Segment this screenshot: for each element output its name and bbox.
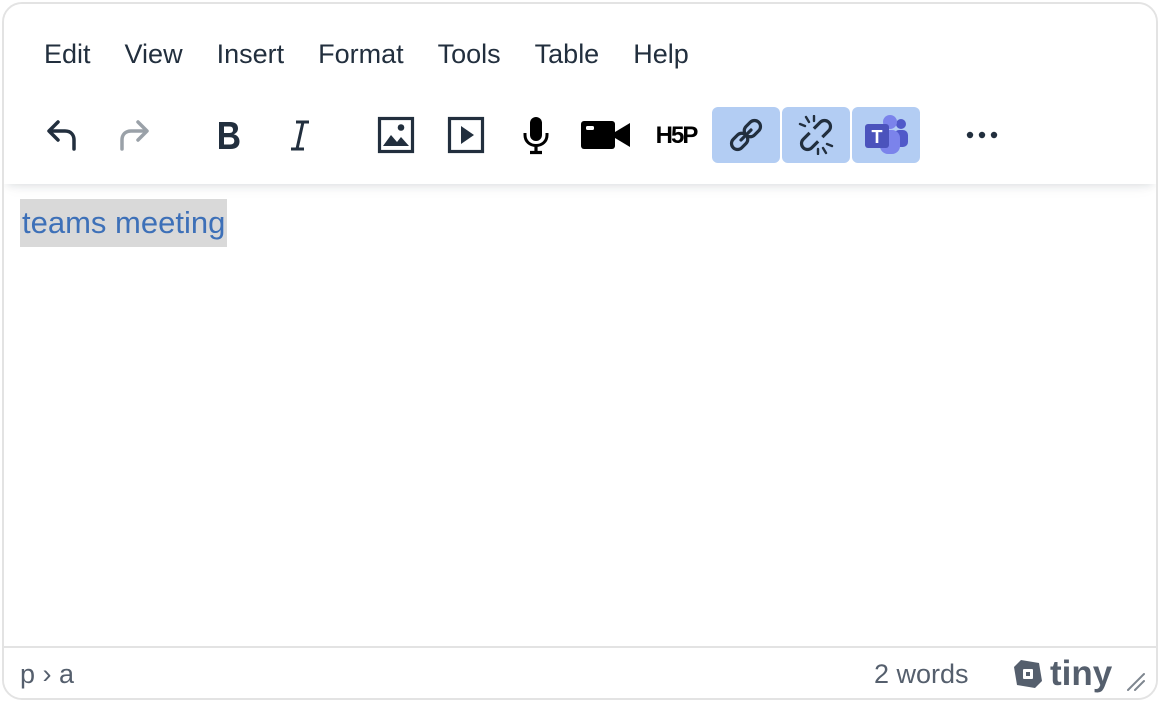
menu-format[interactable]: Format: [301, 30, 421, 78]
menu-edit[interactable]: Edit: [26, 30, 108, 78]
insert-image-button[interactable]: [362, 107, 430, 163]
menu-table[interactable]: Table: [518, 30, 617, 78]
more-icon: [966, 131, 998, 139]
redo-icon: [120, 120, 149, 151]
editor-container: Edit View Insert Format Tools Table Help: [2, 2, 1158, 700]
microphone-icon: [523, 117, 549, 155]
teams-icon: T: [865, 115, 908, 154]
menubar: Edit View Insert Format Tools Table Help: [26, 30, 706, 78]
italic-button[interactable]: [266, 107, 334, 163]
unlink-button[interactable]: [782, 107, 850, 163]
h5p-label: H5P: [656, 122, 699, 149]
undo-button[interactable]: [28, 107, 96, 163]
menu-tools[interactable]: Tools: [421, 30, 518, 78]
bold-button[interactable]: [194, 107, 262, 163]
record-audio-button[interactable]: [502, 107, 570, 163]
element-path[interactable]: p › a: [20, 656, 74, 692]
tiny-logo-icon: [1014, 660, 1042, 688]
undo-icon: [47, 120, 76, 151]
link-icon: [729, 118, 763, 152]
media-icon: [447, 116, 485, 154]
redo-button[interactable]: [100, 107, 168, 163]
selected-link[interactable]: teams meeting: [20, 199, 228, 247]
more-button[interactable]: [948, 107, 1016, 163]
bold-icon: [219, 122, 240, 149]
italic-icon: [291, 120, 309, 151]
link-button[interactable]: [712, 107, 780, 163]
word-count[interactable]: 2 words: [874, 656, 969, 692]
menu-help[interactable]: Help: [616, 30, 706, 78]
menu-view[interactable]: View: [108, 30, 200, 78]
teams-letter: T: [872, 127, 883, 147]
h5p-button[interactable]: H5P: [642, 107, 710, 163]
video-camera-icon: [581, 121, 630, 149]
statusbar: p › a 2 words tiny: [4, 646, 1156, 698]
unlink-icon: [798, 115, 834, 155]
resize-handle-icon[interactable]: [1124, 670, 1146, 692]
insert-media-button[interactable]: [432, 107, 500, 163]
toolbar: H5P T: [4, 107, 1156, 165]
teams-meeting-button[interactable]: T: [852, 107, 920, 163]
tiny-brand-text: tiny: [1050, 654, 1113, 693]
editor-header: Edit View Insert Format Tools Table Help: [4, 4, 1156, 184]
h5p-icon: H5P: [656, 122, 701, 149]
record-video-button[interactable]: [572, 107, 640, 163]
menu-insert[interactable]: Insert: [200, 30, 302, 78]
editor-content-area[interactable]: teams meeting: [4, 184, 1156, 648]
tiny-brand-link[interactable]: tiny: [1012, 654, 1112, 694]
image-icon: [377, 116, 415, 154]
